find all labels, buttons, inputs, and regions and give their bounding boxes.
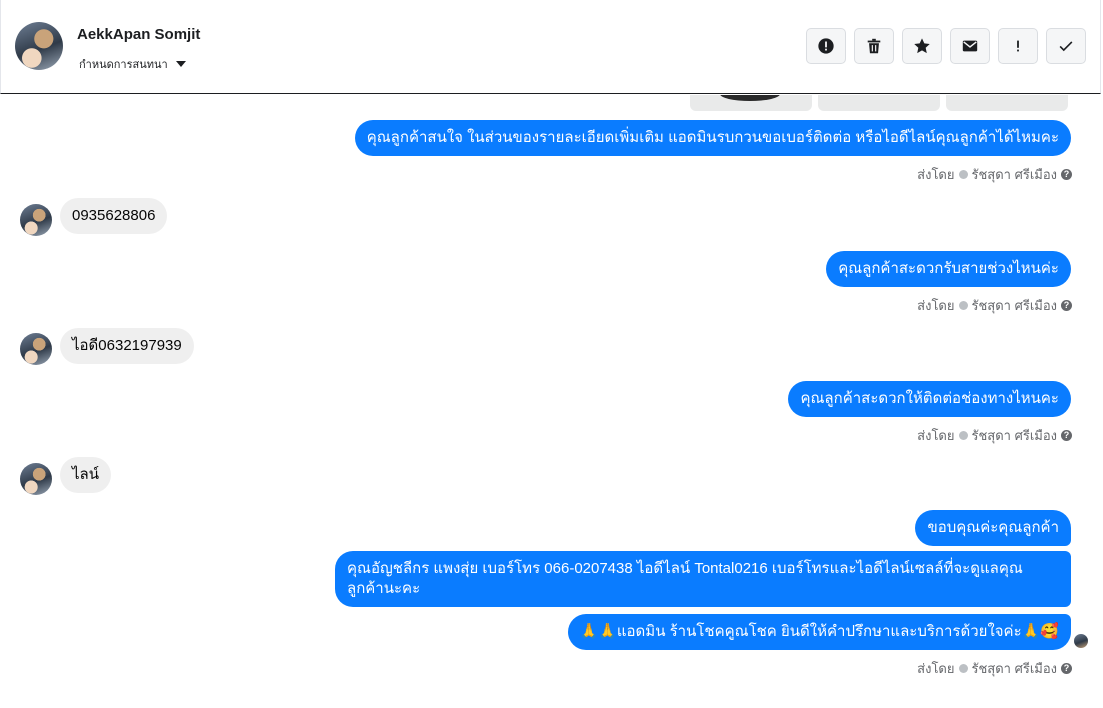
assign-conversation-dropdown[interactable]: กำหนดการสนทนา (79, 55, 186, 73)
image-attachments (690, 95, 1068, 111)
delete-button[interactable] (854, 28, 894, 64)
exclamation-icon (1017, 40, 1019, 52)
outgoing-message[interactable]: คุณลูกค้าสะดวกให้ติดต่อช่องทางไหนคะ (788, 381, 1071, 417)
sender-name[interactable]: รัชสุดา ศรีเมือง (972, 295, 1058, 316)
contact-name[interactable]: AekkApan Somjit (77, 26, 200, 43)
contact-avatar-small[interactable] (20, 204, 52, 236)
sent-by-label: ส่งโดย (917, 428, 955, 443)
sender-name[interactable]: รัชสุดา ศรีเมือง (972, 164, 1058, 185)
image-thumbnail[interactable] (818, 95, 940, 111)
follow-up-button[interactable] (998, 28, 1038, 64)
contact-avatar[interactable] (15, 22, 63, 70)
help-icon[interactable]: ? (1061, 663, 1072, 674)
sender-avatar-icon (958, 170, 968, 179)
checkmark-icon (1059, 41, 1073, 52)
image-thumbnail[interactable] (690, 95, 812, 111)
star-icon (914, 38, 930, 54)
outgoing-message[interactable]: ขอบคุณค่ะคุณลูกค้า (915, 510, 1071, 546)
caret-down-icon (175, 61, 186, 67)
incoming-message[interactable]: 0935628806 (60, 198, 168, 234)
sender-avatar-icon (958, 301, 968, 310)
help-icon[interactable]: ? (1061, 430, 1072, 441)
outgoing-message[interactable]: 🙏🙏แอดมิน ร้านโชคคูณโชค ยินดีให้คำปรึกษาแ… (567, 614, 1071, 650)
contact-avatar-small[interactable] (20, 333, 52, 365)
incoming-message[interactable]: ไลน์ (60, 457, 111, 493)
outgoing-message[interactable]: คุณลูกค้าสะดวกรับสายช่วงไหนค่ะ (826, 251, 1071, 287)
help-icon[interactable]: ? (1061, 169, 1072, 180)
incoming-message[interactable]: ไอดี0632197939 (60, 328, 194, 364)
mark-done-button[interactable] (1046, 28, 1086, 64)
help-icon[interactable]: ? (1061, 300, 1072, 311)
sender-name[interactable]: รัชสุดา ศรีเมือง (972, 425, 1058, 446)
assign-conversation-label: กำหนดการสนทนา (79, 59, 168, 71)
sender-avatar-icon (958, 431, 968, 440)
mark-spam-button[interactable] (806, 28, 846, 64)
outgoing-message[interactable]: คุณลูกค้าสนใจ ในส่วนของรายละเอียดเพิ่มเต… (354, 120, 1071, 156)
sender-avatar-icon (958, 664, 968, 673)
sent-by-label: ส่งโดย (917, 298, 955, 313)
trash-icon (867, 38, 881, 54)
sender-name[interactable]: รัชสุดา ศรีเมือง (972, 658, 1058, 679)
sent-by-label: ส่งโดย (917, 167, 955, 182)
contact-avatar-small[interactable] (20, 463, 52, 495)
outgoing-message[interactable]: คุณอัญชลีกร แพงสุ่ย เบอร์โทร 066-0207438… (335, 551, 1071, 607)
message-sender-info: ส่งโดย รัชสุดา ศรีเมือง ? (917, 295, 1072, 316)
alert-circle-icon (818, 38, 834, 54)
sent-by-label: ส่งโดย (917, 661, 955, 676)
mark-unread-button[interactable] (950, 28, 990, 64)
message-sender-info: ส่งโดย รัชสุดา ศรีเมือง ? (917, 658, 1072, 679)
conversation-header: AekkApan Somjit กำหนดการสนทนา (0, 0, 1101, 94)
message-sender-info: ส่งโดย รัชสุดา ศรีเมือง ? (917, 164, 1072, 185)
star-button[interactable] (902, 28, 942, 64)
seen-indicator-avatar (1074, 634, 1088, 648)
envelope-icon (962, 40, 978, 52)
message-sender-info: ส่งโดย รัชสุดา ศรีเมือง ? (917, 425, 1072, 446)
image-thumbnail[interactable] (946, 95, 1068, 111)
